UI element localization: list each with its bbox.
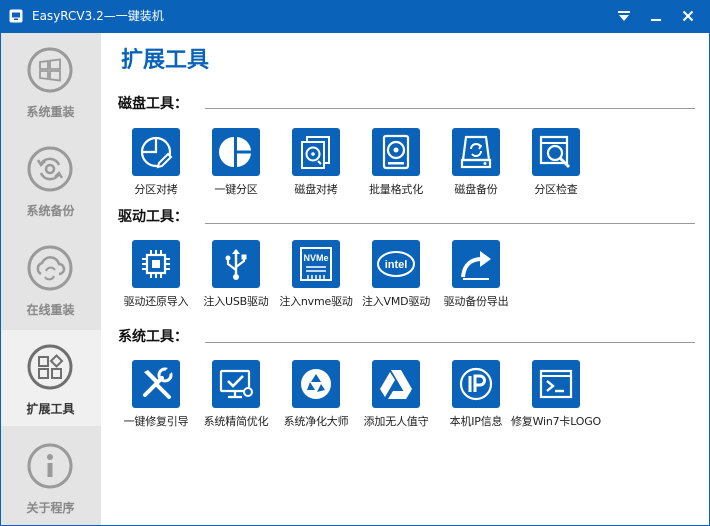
window-title: EasyRCV3.2—一键装机 bbox=[32, 9, 164, 23]
dropdown-arrow-icon bbox=[618, 11, 630, 21]
tool-label: 驱动备份导出 bbox=[443, 295, 509, 308]
close-button[interactable] bbox=[676, 4, 700, 28]
section-label: 磁盘工具： bbox=[118, 96, 188, 112]
intel-icon: intel bbox=[372, 240, 420, 288]
partition-copy-icon bbox=[132, 128, 180, 176]
cleanup-cycle-icon bbox=[292, 360, 340, 408]
app-icon bbox=[9, 9, 23, 23]
disk-clone-icon bbox=[292, 128, 340, 176]
page-title: 扩展工具 bbox=[121, 48, 210, 73]
repair-tools-icon bbox=[132, 360, 180, 408]
section-label: 系统工具： bbox=[118, 329, 188, 345]
minimize-button[interactable] bbox=[644, 4, 668, 28]
partition-check-icon bbox=[532, 128, 580, 176]
usb-icon bbox=[212, 240, 260, 288]
section-divider bbox=[205, 223, 695, 224]
svg-text:intel: intel bbox=[385, 259, 408, 271]
disk-backup-icon bbox=[452, 128, 500, 176]
tool-fix-win7-logo[interactable]: 修复Win7卡LOGO bbox=[511, 360, 601, 432]
section-header-driver-tools: 驱动工具： bbox=[118, 207, 188, 225]
section-header-disk-tools: 磁盘工具： bbox=[118, 94, 188, 112]
title-bar: EasyRCV3.2—一键装机 bbox=[0, 0, 710, 33]
close-icon bbox=[682, 10, 694, 22]
tool-label: 分区检查 bbox=[534, 183, 578, 196]
ip-icon bbox=[452, 360, 500, 408]
optimize-monitor-icon bbox=[212, 360, 260, 408]
drive-triangle-icon bbox=[372, 360, 420, 408]
minimize-icon bbox=[651, 19, 661, 21]
tool-label: 修复Win7卡LOGO bbox=[510, 415, 602, 428]
tool-driver-backup-export[interactable]: 驱动备份导出 bbox=[436, 240, 516, 312]
svg-text:NVMe: NVMe bbox=[303, 253, 328, 263]
share-arrow-icon bbox=[452, 240, 500, 288]
section-label: 驱动工具： bbox=[118, 209, 188, 225]
batch-format-icon bbox=[372, 128, 420, 176]
section-divider bbox=[205, 108, 695, 109]
section-divider bbox=[205, 342, 695, 343]
menu-dropdown-button[interactable] bbox=[612, 4, 636, 28]
section-header-system-tools: 系统工具： bbox=[118, 327, 188, 345]
tool-partition-check[interactable]: 分区检查 bbox=[516, 128, 596, 200]
chip-icon bbox=[132, 240, 180, 288]
terminal-icon bbox=[532, 360, 580, 408]
pie-partition-icon bbox=[212, 128, 260, 176]
nvme-icon: NVMe bbox=[292, 240, 340, 288]
